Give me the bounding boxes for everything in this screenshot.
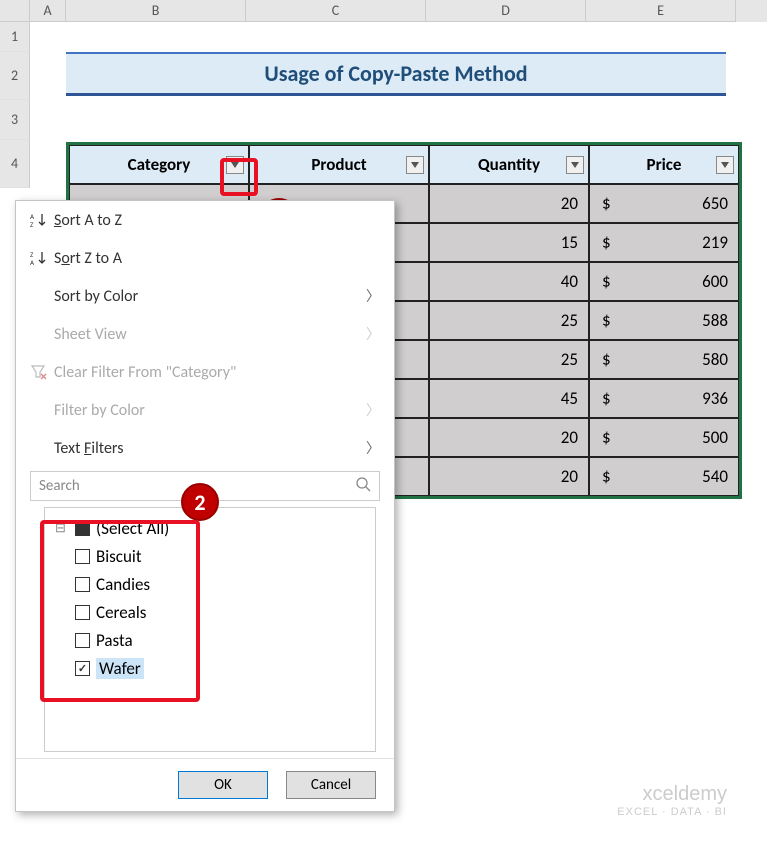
filter-checklist[interactable]: ⊟(Select All)BiscuitCandiesCerealsPastaW… [44,507,376,752]
chevron-right-icon: 〉 [366,438,380,458]
cell-price[interactable]: $600 [589,262,739,301]
title-cell: Usage of Copy-Paste Method [66,52,726,96]
checkbox[interactable] [75,605,90,620]
clear-filter-icon [30,364,54,380]
filter-by-color: Filter by Color〉 [16,391,394,429]
cell-quantity[interactable]: 15 [429,223,589,262]
button-row: OK Cancel [16,758,394,811]
col-header[interactable]: C [246,0,426,22]
search-icon [355,476,371,497]
sort-desc-icon: ZA [30,250,54,266]
row-header[interactable]: 2 [0,52,30,100]
filter-item[interactable]: Candies [55,570,365,598]
cell-price[interactable]: $588 [589,301,739,340]
table-header-product: Product [249,145,429,184]
column-headers: ABCDE [0,0,767,22]
table-header-quantity: Quantity [429,145,589,184]
cell-quantity[interactable]: 25 [429,301,589,340]
svg-text:Z: Z [30,220,34,228]
chevron-right-icon: 〉 [366,324,380,344]
cell-price[interactable]: $580 [589,340,739,379]
svg-text:A: A [30,258,35,266]
chevron-right-icon: 〉 [366,286,380,306]
cell-quantity[interactable]: 20 [429,457,589,496]
sort-asc-label: Sort A to Z [54,211,380,230]
row-header[interactable]: 4 [0,140,30,188]
cell-price[interactable]: $219 [589,223,739,262]
checkbox[interactable] [75,577,90,592]
col-header[interactable]: D [426,0,586,22]
cell-price[interactable]: $650 [589,184,739,223]
badge-2: 2 [181,483,219,521]
checkbox[interactable] [75,633,90,648]
table-header-category: Category [69,145,249,184]
watermark: xceldemy EXCEL · DATA · BI [617,783,727,818]
sort-desc[interactable]: ZA Sort Z to A [16,239,394,277]
checkbox[interactable] [75,521,90,536]
spreadsheet-grid: ABCDE 1234 [0,0,767,22]
sort-by-color[interactable]: Sort by Color〉 [16,277,394,315]
filter-item[interactable]: Pasta [55,626,365,654]
row-header[interactable]: 3 [0,100,30,140]
sort-asc-icon: AZ [30,212,54,228]
sheet-view: Sheet View〉 [16,315,394,353]
col-header[interactable]: B [66,0,246,22]
filter-dropdown-icon[interactable] [226,156,244,174]
cancel-button[interactable]: Cancel [286,771,376,799]
clear-filter: Clear Filter From "Category" [16,353,394,391]
sort-asc[interactable]: AZ Sort A to Z [16,201,394,239]
filter-dropdown-icon[interactable] [406,156,424,174]
cell-price[interactable]: $936 [589,379,739,418]
table-header-price: Price [589,145,739,184]
ok-button[interactable]: OK [178,771,268,799]
cell-quantity[interactable]: 45 [429,379,589,418]
chevron-right-icon: 〉 [366,400,380,420]
row-header[interactable]: 1 [0,22,30,52]
text-filters[interactable]: Text Filters〉 [16,429,394,467]
filter-item[interactable]: ⊟(Select All) [55,514,365,542]
checkbox[interactable] [75,549,90,564]
filter-dropdown-icon[interactable] [716,156,734,174]
table-header-row: CategoryProductQuantityPrice [69,145,739,184]
col-header[interactable]: E [586,0,736,22]
col-header[interactable] [0,0,30,22]
checkbox[interactable] [75,661,90,676]
sort-desc-label: Sort Z to A [54,249,380,268]
cell-price[interactable]: $500 [589,418,739,457]
cell-quantity[interactable]: 25 [429,340,589,379]
cell-quantity[interactable]: 40 [429,262,589,301]
cell-quantity[interactable]: 20 [429,184,589,223]
cell-quantity[interactable]: 20 [429,418,589,457]
filter-item[interactable]: Wafer [55,654,365,682]
filter-dropdown-icon[interactable] [566,156,584,174]
cell-price[interactable]: $540 [589,457,739,496]
row-headers: 1234 [0,22,30,188]
filter-item[interactable]: Cereals [55,598,365,626]
col-header[interactable]: A [30,0,66,22]
filter-item[interactable]: Biscuit [55,542,365,570]
